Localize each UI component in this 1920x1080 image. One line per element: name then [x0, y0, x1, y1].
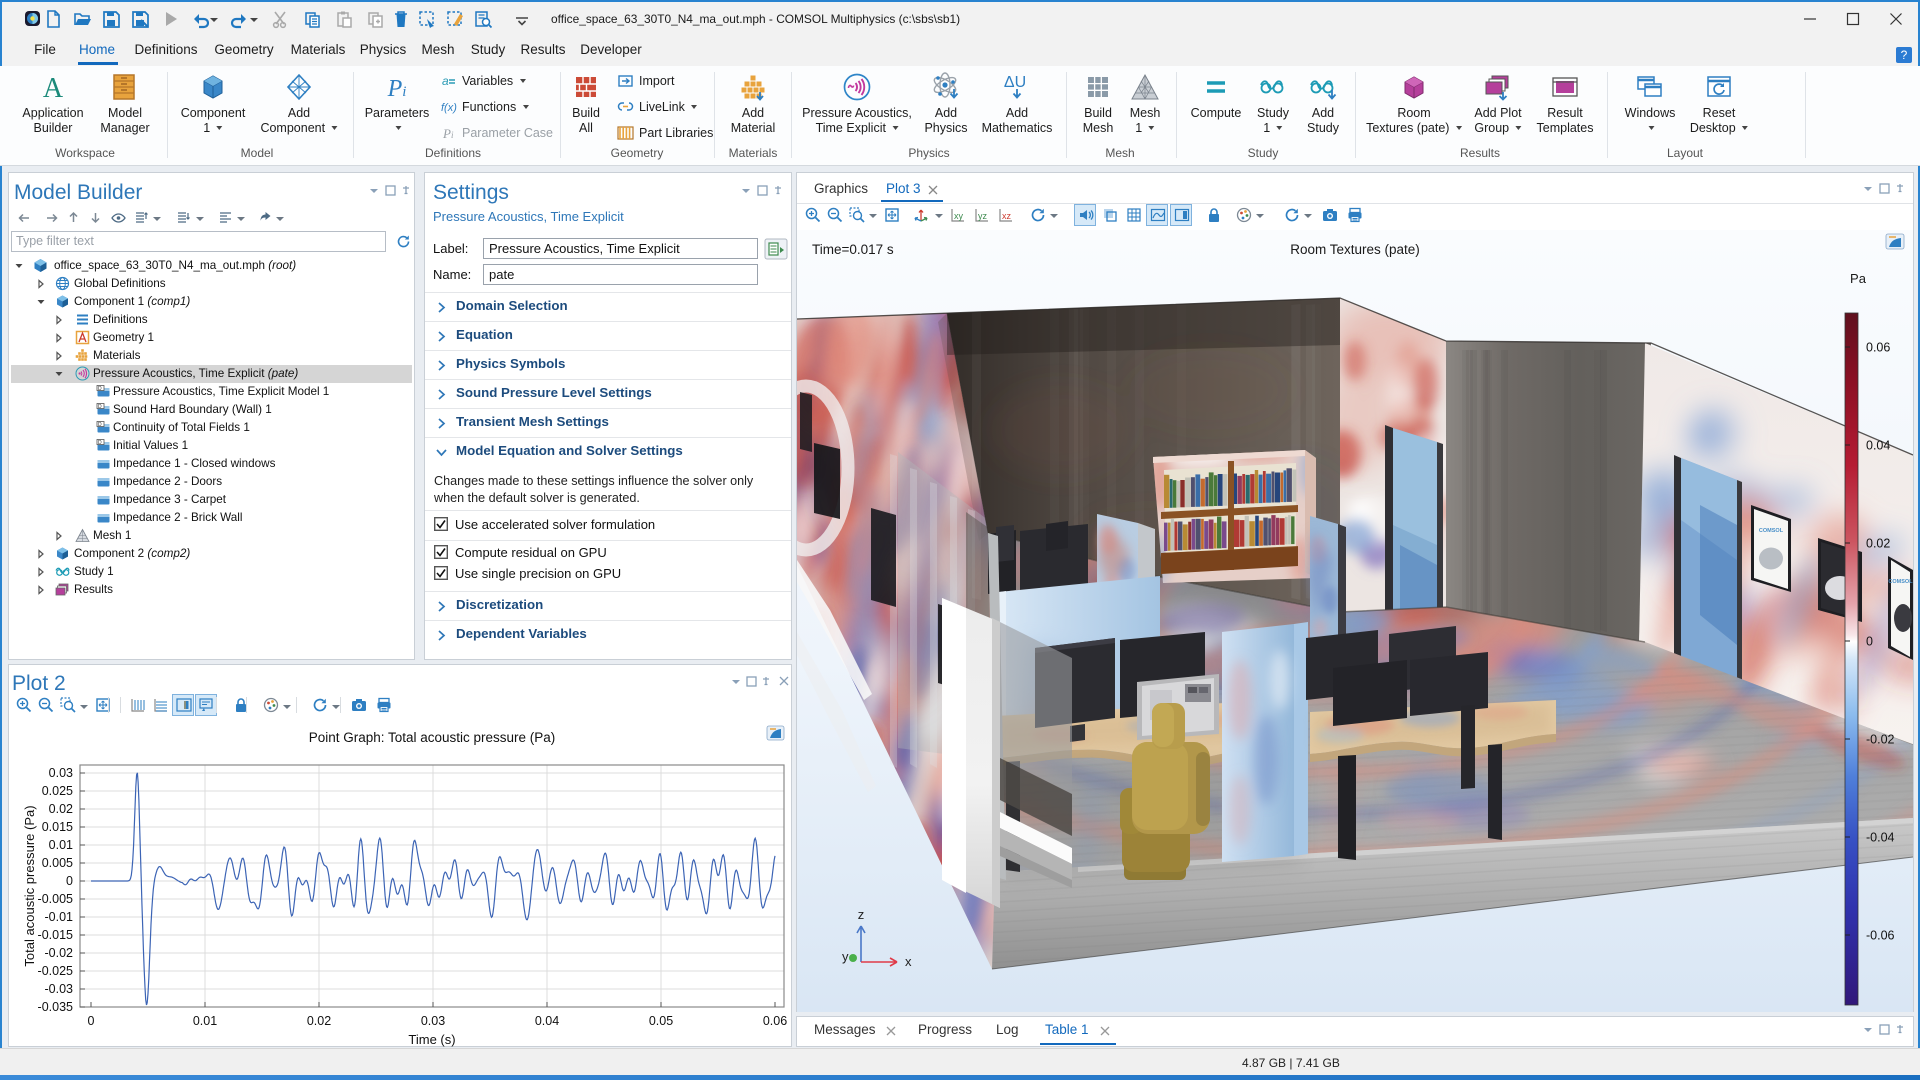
svg-text:-0.025: -0.025 [38, 964, 73, 978]
svg-text:0.005: 0.005 [42, 856, 73, 870]
svg-text:xy: xy [954, 211, 964, 221]
svg-text:Pi: Pi [387, 76, 407, 102]
svg-text:D: D [98, 422, 102, 428]
svg-text:0.02: 0.02 [49, 802, 73, 816]
svg-text:0.02: 0.02 [307, 1014, 331, 1028]
svg-text:Point Graph: Total acoustic pr: Point Graph: Total acoustic pressure (Pa… [309, 730, 556, 745]
svg-text:0: 0 [66, 874, 73, 888]
svg-text:Total acoustic pressure (Pa): Total acoustic pressure (Pa) [22, 805, 37, 966]
svg-text:D: D [98, 404, 102, 410]
svg-text:-0.03: -0.03 [45, 982, 74, 996]
svg-text:-0.01: -0.01 [45, 910, 74, 924]
svg-text:-0.015: -0.015 [38, 928, 73, 942]
svg-text:0.04: 0.04 [1866, 439, 1890, 453]
svg-text:Room Textures (pate): Room Textures (pate) [1290, 242, 1420, 257]
svg-text:D: D [98, 440, 102, 446]
svg-text:0.02: 0.02 [1866, 537, 1890, 551]
svg-text:y: y [842, 949, 849, 964]
svg-text:Pa: Pa [1850, 271, 1867, 286]
svg-text:ΔU: ΔU [1004, 74, 1026, 91]
svg-text:0.03: 0.03 [49, 766, 73, 780]
svg-text:0.025: 0.025 [42, 784, 73, 798]
svg-text:-0.005: -0.005 [38, 892, 73, 906]
svg-text:x: x [905, 954, 912, 969]
svg-text:yz: yz [978, 211, 988, 221]
svg-text:-0.04: -0.04 [1866, 831, 1895, 845]
svg-text:-0.02: -0.02 [1866, 733, 1895, 747]
svg-text:Pi: Pi [442, 126, 454, 141]
svg-text:0.04: 0.04 [535, 1014, 559, 1028]
svg-text:Time=0.017 s: Time=0.017 s [812, 242, 894, 257]
svg-text:0.015: 0.015 [42, 820, 73, 834]
svg-text:-0.035: -0.035 [38, 1000, 73, 1014]
svg-text:0.05: 0.05 [649, 1014, 673, 1028]
svg-text:0: 0 [88, 1014, 95, 1028]
svg-text:0.01: 0.01 [193, 1014, 217, 1028]
svg-text:f(x): f(x) [441, 102, 457, 114]
svg-text:-0.06: -0.06 [1866, 929, 1895, 943]
svg-text:z: z [858, 907, 865, 922]
svg-text:0.03: 0.03 [421, 1014, 445, 1028]
svg-text:Time (s): Time (s) [408, 1032, 455, 1047]
svg-text:D: D [98, 386, 102, 392]
svg-text:COMSOL: COMSOL [1759, 528, 1784, 534]
svg-text:-0.02: -0.02 [45, 946, 74, 960]
svg-text:0.06: 0.06 [1866, 341, 1890, 355]
svg-text:xz: xz [1002, 211, 1012, 221]
svg-text:A: A [43, 73, 64, 102]
svg-text:0: 0 [1866, 635, 1873, 649]
svg-text:COMSOL: COMSOL [1888, 579, 1913, 585]
svg-text:0.06: 0.06 [763, 1014, 787, 1028]
svg-text:0.01: 0.01 [49, 838, 73, 852]
svg-text:a: a [442, 74, 449, 88]
